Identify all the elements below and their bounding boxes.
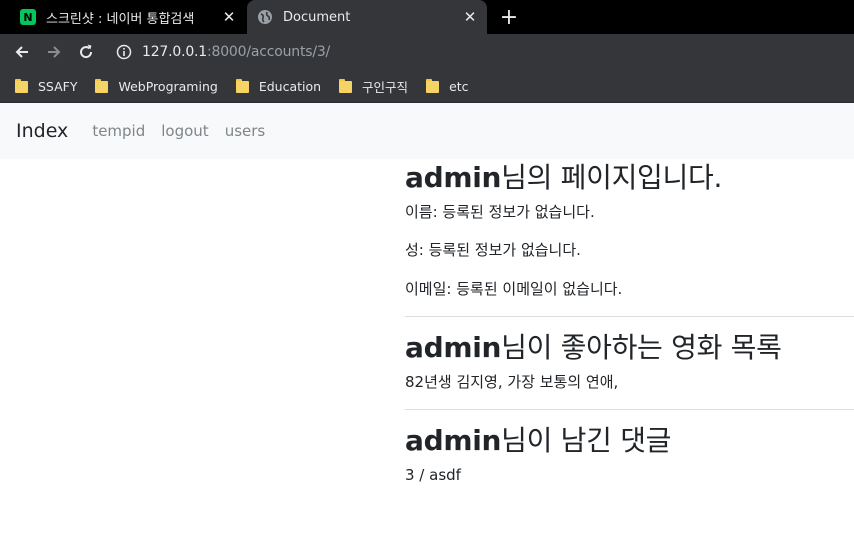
url-host: 127.0.0.1 <box>142 44 207 60</box>
last-name-line: 성: 등록된 정보가 없습니다. <box>405 241 581 260</box>
folder-icon <box>426 79 440 93</box>
liked-movies-list: 82년생 김지영, 가장 보통의 연애, <box>405 372 619 391</box>
info-icon[interactable] <box>116 44 132 60</box>
nav-link-tempid[interactable]: tempid <box>92 122 145 140</box>
tab-title: Document <box>283 9 351 25</box>
folder-icon <box>235 79 249 93</box>
bookmark-label: 구인구직 <box>362 79 409 95</box>
comments-heading-suffix: 님이 남긴 댓글 <box>501 424 672 458</box>
address-bar[interactable]: 127.0.0.1:8000/accounts/3/ <box>108 37 854 67</box>
username: admin <box>405 424 502 458</box>
globe-icon <box>257 9 273 25</box>
bookmark-education[interactable]: Education <box>235 78 322 94</box>
close-icon[interactable]: ✕ <box>220 8 238 26</box>
tab-title: 스크린샷 : 네이버 통합검색 <box>46 11 195 27</box>
divider <box>405 409 854 411</box>
email-line: 이메일: 등록된 이메일이 없습니다. <box>405 279 623 298</box>
naver-icon: N <box>20 9 36 25</box>
profile-heading-suffix: 님의 페이지입니다. <box>501 161 723 194</box>
comments-heading: admin님이 남긴 댓글 <box>405 424 854 458</box>
site-navbar: Index tempid logout users <box>0 103 854 159</box>
url-text: 127.0.0.1:8000/accounts/3/ <box>142 44 330 60</box>
profile-heading: admin님의 페이지입니다. <box>405 161 854 195</box>
forward-arrow-icon[interactable] <box>42 40 66 64</box>
liked-movies-heading: admin님이 좋아하는 영화 목록 <box>405 331 854 365</box>
close-icon[interactable]: ✕ <box>461 8 479 26</box>
comments-list: 3 / asdf <box>405 465 461 484</box>
bookmark-webprograming[interactable]: WebPrograming <box>95 78 218 94</box>
divider <box>405 316 854 318</box>
new-tab-icon[interactable]: + <box>498 5 520 30</box>
first-name-line: 이름: 등록된 정보가 없습니다. <box>405 202 595 221</box>
tab-strip: N 스크린샷 : 네이버 통합검색 ✕ Document ✕ + <box>0 0 854 34</box>
username: admin <box>405 161 502 194</box>
bookmark-label: WebPrograming <box>118 78 218 94</box>
back-arrow-icon[interactable] <box>10 40 34 64</box>
bookmark-etc[interactable]: etc <box>426 78 469 94</box>
bookmark-label: Education <box>258 78 322 94</box>
tab-naver-search[interactable]: N 스크린샷 : 네이버 통합검색 ✕ <box>10 0 246 34</box>
nav-link-users[interactable]: users <box>225 122 266 140</box>
url-path: :8000/accounts/3/ <box>207 44 331 60</box>
browser-toolbar: 127.0.0.1:8000/accounts/3/ <box>0 34 854 70</box>
nav-link-logout[interactable]: logout <box>161 122 208 140</box>
bookmark-label: etc <box>449 78 469 94</box>
username: admin <box>405 331 502 365</box>
bookmark-label: SSAFY <box>38 78 78 94</box>
bookmark-ssafy[interactable]: SSAFY <box>15 79 77 94</box>
bookmark-jobs[interactable]: 구인구직 <box>339 77 408 96</box>
profile-content: admin님의 페이지입니다. 이름: 등록된 정보가 없습니다. 성: 등록된… <box>405 159 854 486</box>
navbar-brand[interactable]: Index <box>16 120 68 142</box>
folder-icon <box>15 79 28 93</box>
tab-document[interactable]: Document ✕ <box>247 0 487 34</box>
folder-icon <box>95 79 109 93</box>
folder-icon <box>339 79 353 93</box>
bookmarks-bar: SSAFY WebPrograming Education 구인구직 etc <box>0 70 854 103</box>
reload-icon[interactable] <box>74 40 98 64</box>
liked-movies-heading-suffix: 님이 좋아하는 영화 목록 <box>501 331 782 365</box>
